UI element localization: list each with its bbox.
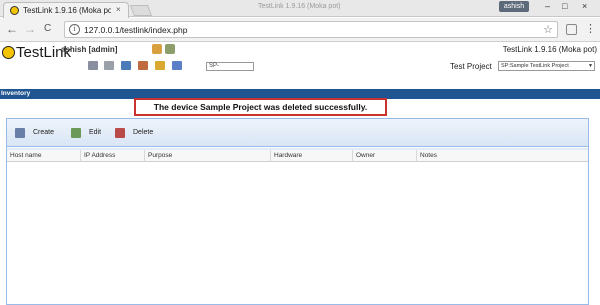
inventory-panel: Create Edit Delete Host name IP Address … [6,118,589,305]
extension-icon[interactable] [566,24,577,35]
inventory-title: Inventory [1,90,31,97]
column-purpose[interactable]: Purpose [145,150,271,162]
column-ip-address[interactable]: IP Address [81,150,145,162]
testlink-favicon-icon [10,6,19,15]
test-project-select[interactable]: SP:Sample TestLink Project ▼ [498,61,595,71]
reports-icon[interactable] [155,61,165,70]
tab-title: TestLink 1.9.16 (Moka po [23,6,111,15]
site-info-icon[interactable]: i [69,24,80,35]
delete-icon [115,128,125,138]
delete-button[interactable]: Delete [115,128,161,138]
browser-user-badge[interactable]: ashish [499,1,529,12]
maximize-icon[interactable]: □ [562,1,567,11]
column-notes[interactable]: Notes [417,150,588,162]
url-text: 127.0.0.1/testlink/index.php [84,25,188,35]
test-project-label: Test Project [450,62,492,71]
column-hardware[interactable]: Hardware [271,150,353,162]
edit-icon [71,128,81,138]
requirements-icon[interactable] [104,61,114,70]
delete-label: Delete [133,129,154,136]
browser-tab[interactable]: TestLink 1.9.16 (Moka po × [3,2,129,18]
edit-label: Edit [89,129,102,136]
desktop-icon[interactable] [88,61,98,70]
test-project-value: SP:Sample TestLink Project [501,63,569,69]
column-owner[interactable]: Owner [353,150,417,162]
execute-icon[interactable] [138,61,148,70]
new-tab-button[interactable] [129,5,153,16]
tab-close-icon[interactable]: × [116,5,121,14]
address-bar: ← → C i 127.0.0.1/testlink/index.php ☆ ⋮ [0,18,600,42]
logout-icon[interactable] [165,44,175,54]
minimize-icon[interactable]: – [545,1,550,11]
testcase-search-input[interactable]: SP- [206,62,254,71]
create-label: Create [33,129,55,136]
user-label: ashish [admin] [61,45,118,54]
edit-button[interactable]: Edit [71,128,105,138]
testlink-header: TestLink ashish [admin] TestLink 1.9.16 … [0,43,600,87]
create-button[interactable]: Create [15,128,61,138]
window-title: TestLink 1.9.16 (Moka pot) [258,3,341,10]
browser-tabstrip: TestLink 1.9.16 (Moka po × TestLink 1.9.… [0,0,600,18]
back-icon[interactable]: ← [6,22,18,36]
testlink-logo-icon [2,46,15,59]
column-host-name[interactable]: Host name [7,150,81,162]
reload-icon[interactable]: C [44,22,51,36]
user-profile-icon[interactable] [152,44,162,54]
inventory-toolbar: Create Edit Delete [7,119,588,147]
close-window-icon[interactable]: × [582,1,587,11]
chevron-down-icon: ▼ [588,63,593,69]
version-label: TestLink 1.9.16 (Moka pot) [502,45,597,54]
browser-menu-icon[interactable]: ⋮ [585,22,596,36]
create-icon [15,128,25,138]
grid-header: Host name IP Address Purpose Hardware Ow… [7,150,588,162]
specification-icon[interactable] [121,61,131,70]
events-icon[interactable] [172,61,182,70]
forward-icon[interactable]: → [24,22,36,36]
url-input[interactable]: i 127.0.0.1/testlink/index.php ☆ [64,21,558,38]
bookmark-star-icon[interactable]: ☆ [543,23,553,36]
success-message: The device Sample Project was deleted su… [134,98,387,116]
